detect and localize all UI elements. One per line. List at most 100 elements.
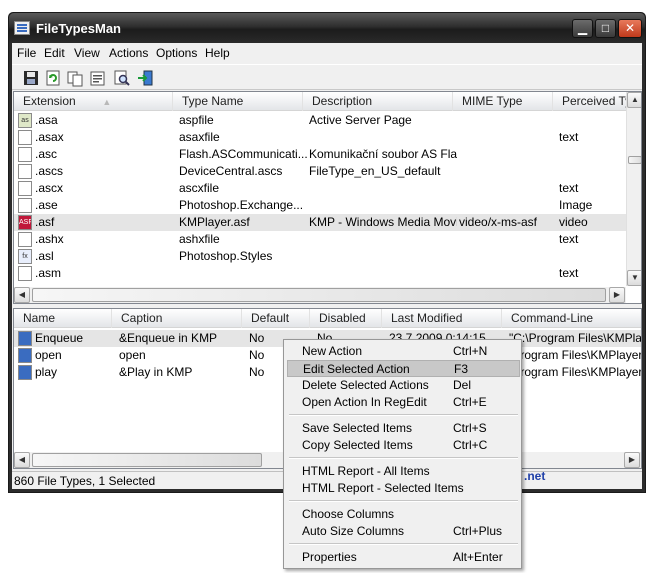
cell-name: play <box>35 365 58 379</box>
col-mime-type[interactable]: MIME Type <box>453 92 553 111</box>
file-types-vscroll[interactable]: ▲ ▼ <box>626 92 641 286</box>
file-type-icon <box>18 164 32 179</box>
cell-type-name: ascxfile <box>179 181 220 195</box>
menu-item-open-action-in-regedit[interactable]: Open Action In RegEdit Ctrl+E <box>287 394 520 411</box>
properties-icon <box>90 71 105 86</box>
action-icon <box>18 331 32 346</box>
menu-item-html-report-selected-items[interactable]: HTML Report - Selected Items <box>287 480 520 497</box>
maximize-button[interactable]: □ <box>595 19 616 38</box>
file-type-icon: ASF <box>18 215 32 230</box>
cell-mime-type <box>459 146 555 163</box>
table-row[interactable]: .ascs DeviceCentral.ascs FileType_en_US_de… <box>14 163 626 180</box>
cell-type-name: asaxfile <box>179 130 220 144</box>
menu-item-new-action[interactable]: New Action Ctrl+N <box>287 343 520 360</box>
cell-perceived-type: text <box>559 130 579 144</box>
menu-item-auto-size-columns[interactable]: Auto Size Columns Ctrl+Plus <box>287 523 520 540</box>
sort-up-icon: ▲ <box>102 97 112 107</box>
col-default[interactable]: Default <box>242 309 310 328</box>
scroll-up-button[interactable]: ▲ <box>627 92 641 108</box>
table-row[interactable]: as .asa aspfile Active Server Page <box>14 112 626 129</box>
col-extension[interactable]: Extension ▲ <box>14 92 173 111</box>
title-bar[interactable]: FileTypesMan ▁ □ ✕ <box>9 13 645 43</box>
table-row[interactable]: fx .asl Photoshop.Styles <box>14 248 626 265</box>
menu-item-save-selected-items[interactable]: Save Selected Items Ctrl+S <box>287 420 520 437</box>
menu-item-shortcut: Ctrl+C <box>453 438 488 452</box>
table-row[interactable]: ASF .asf KMPlayer.asf KMP - Windows Media M… <box>14 214 626 231</box>
cell-description: Active Server Page <box>309 113 412 127</box>
col-caption[interactable]: Caption <box>112 309 242 328</box>
cell-extension: .asm <box>35 266 62 280</box>
menu-item-html-report-all-items[interactable]: HTML Report - All Items <box>287 463 520 480</box>
col-last-modified[interactable]: Last Modified <box>382 309 502 328</box>
file-types-hscroll[interactable]: ◀ ▶ <box>14 287 626 303</box>
table-row[interactable]: .ashx ashxfile text <box>14 231 626 248</box>
scroll-left-button[interactable]: ◀ <box>14 287 30 303</box>
refresh-button[interactable] <box>44 69 62 87</box>
file-types-list[interactable]: Extension ▲ Type Name Description MIME T… <box>13 91 642 304</box>
minimize-button[interactable]: ▁ <box>572 19 593 38</box>
col-type-name[interactable]: Type Name <box>173 92 303 111</box>
close-icon: ✕ <box>624 21 636 35</box>
scroll-left-button[interactable]: ◀ <box>14 452 30 468</box>
table-row[interactable]: .ascx ascxfile text <box>14 180 626 197</box>
menu-help[interactable]: Help <box>205 46 230 60</box>
file-type-icon <box>18 232 32 247</box>
menu-item-choose-columns[interactable]: Choose Columns <box>287 506 520 523</box>
table-row[interactable]: .asc Flash.ASCommunicati... Komunikační so… <box>14 146 626 163</box>
file-type-icon <box>18 181 32 196</box>
menu-item-properties[interactable]: Properties Alt+Enter <box>287 549 520 566</box>
file-type-icon <box>18 147 32 162</box>
action-icon <box>18 348 32 363</box>
scroll-thumb[interactable] <box>628 156 641 164</box>
save-button[interactable] <box>22 69 40 87</box>
table-row[interactable]: .asm text <box>14 265 626 282</box>
menu-item-copy-selected-items[interactable]: Copy Selected Items Ctrl+C <box>287 437 520 454</box>
scroll-down-button[interactable]: ▼ <box>627 270 641 286</box>
scroll-right-button[interactable]: ▶ <box>624 452 640 468</box>
cell-name: Enqueue <box>35 331 84 345</box>
cell-extension: .ascx <box>35 181 64 195</box>
menu-edit[interactable]: Edit <box>44 46 65 60</box>
col-description[interactable]: Description <box>303 92 453 111</box>
scroll-right-button[interactable]: ▶ <box>609 287 625 303</box>
cell-mime-type <box>459 163 555 180</box>
menu-options[interactable]: Options <box>156 46 197 60</box>
menu-actions[interactable]: Actions <box>109 46 148 60</box>
cell-mime-type <box>459 112 555 129</box>
menu-item-shortcut: Ctrl+S <box>453 421 487 435</box>
menu-file[interactable]: File <box>17 46 36 60</box>
menu-item-edit-selected-action[interactable]: Edit Selected Action F3 <box>287 360 520 377</box>
properties-button[interactable] <box>89 69 107 87</box>
save-icon <box>24 71 38 85</box>
refresh-icon <box>46 70 60 86</box>
cell-perceived-type <box>559 248 625 265</box>
col-command-line[interactable]: Command-Line <box>502 309 641 328</box>
cell-mime-type <box>459 265 555 282</box>
cell-mime-type <box>459 248 555 265</box>
cell-command-line: "C:\Program Files\KMPlayer\ <box>509 331 641 345</box>
exit-button[interactable] <box>136 69 154 87</box>
close-button[interactable]: ✕ <box>618 19 642 38</box>
col-perceived-type[interactable]: Perceived Typ <box>553 92 626 111</box>
col-disabled[interactable]: Disabled <box>310 309 382 328</box>
hscroll-thumb[interactable] <box>32 288 606 302</box>
menu-item-label: Auto Size Columns <box>302 524 405 538</box>
hscroll-thumb[interactable] <box>32 453 262 467</box>
cell-extension: .ashx <box>35 232 64 246</box>
status-link[interactable]: .net <box>524 469 545 483</box>
col-name[interactable]: Name <box>14 309 112 328</box>
menu-item-shortcut: Ctrl+N <box>453 344 488 358</box>
menu-view[interactable]: View <box>74 46 100 60</box>
copy-button[interactable] <box>66 69 84 87</box>
cell-type-name: Photoshop.Exchange... <box>179 198 304 212</box>
cell-description <box>309 248 457 265</box>
arrow-left-icon: ◀ <box>18 455 26 464</box>
table-row[interactable]: .ase Photoshop.Exchange... Image <box>14 197 626 214</box>
table-row[interactable]: .asax asaxfile text <box>14 129 626 146</box>
cell-type-name: aspfile <box>179 113 214 127</box>
cell-type-name: ashxfile <box>179 232 220 246</box>
menu-separator <box>289 543 518 545</box>
find-button[interactable] <box>113 69 131 87</box>
cell-extension: .asf <box>35 215 55 229</box>
menu-item-delete-selected-actions[interactable]: Delete Selected Actions Del <box>287 377 520 394</box>
